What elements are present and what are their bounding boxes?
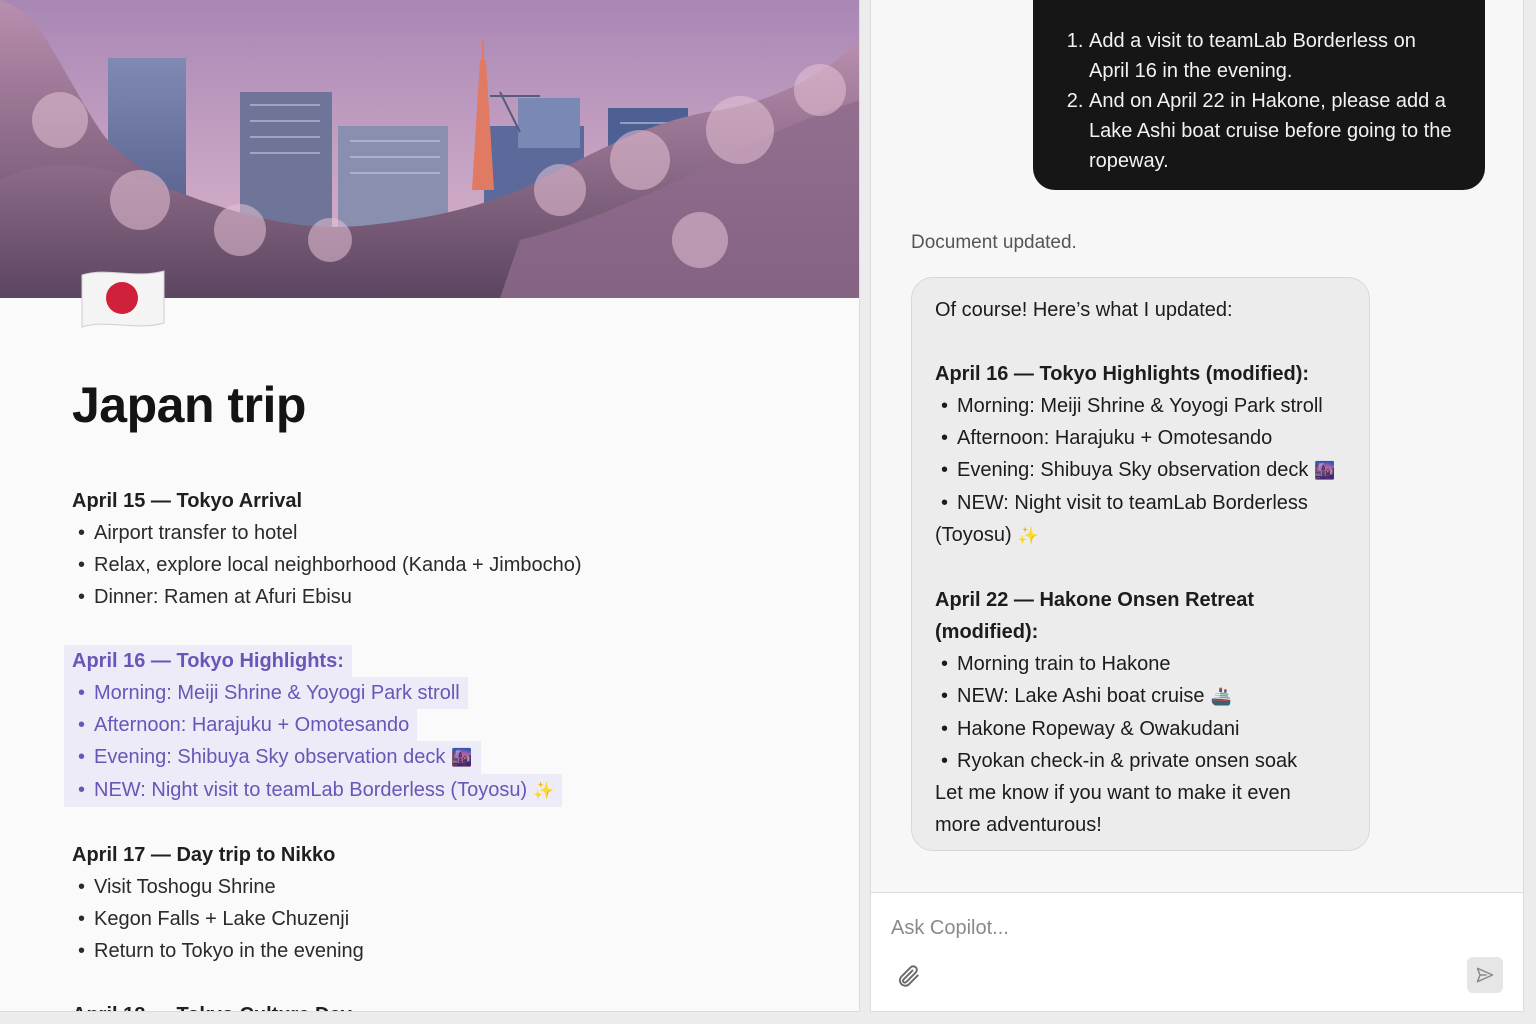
assistant-list-item: • NEW: Lake Ashi boat cruise 🚢 bbox=[935, 680, 1347, 713]
send-button[interactable] bbox=[1467, 957, 1503, 993]
assistant-list-item: • Afternoon: Harajuku + Omotesando bbox=[941, 427, 1273, 449]
list-item: • Morning: Meiji Shrine & Yoyogi Park str… bbox=[64, 677, 812, 709]
copilot-composer bbox=[871, 892, 1523, 1011]
assistant-list-item: • Ryokan check-in & private onsen soak bbox=[941, 750, 1298, 772]
day-heading: April 15 — Tokyo Arrival bbox=[72, 490, 303, 512]
document-body[interactable]: April 15 — Tokyo Arrival • Airport transf… bbox=[64, 485, 812, 1011]
assistant-message-bubble: Of course! Here’s what I updated: April … bbox=[911, 277, 1370, 851]
document-pane: Japan trip April 15 — Tokyo Arrival • Air… bbox=[0, 0, 860, 1012]
sparkles-icon: ✨ bbox=[533, 781, 555, 801]
assistant-intro: Of course! Here’s what I updated: bbox=[935, 299, 1233, 321]
user-message-list: Add a visit to teamLab Borderless on Apr… bbox=[1061, 26, 1455, 176]
day-heading: April 18 — Tokyo Culture Day bbox=[72, 999, 812, 1011]
list-item: • Visit Toshogu Shrine bbox=[78, 876, 276, 898]
cityscape-icon: 🌆 bbox=[1314, 461, 1336, 481]
day-heading: April 17 — Day trip to Nikko bbox=[72, 844, 336, 866]
list-item: • Airport transfer to hotel bbox=[78, 522, 298, 544]
paperclip-icon[interactable] bbox=[895, 963, 921, 989]
list-item: • Afternoon: Harajuku + Omotesando bbox=[64, 709, 812, 741]
cover-image[interactable] bbox=[0, 0, 859, 298]
cover-image-illustration bbox=[0, 0, 859, 298]
assistant-list-item: • Morning train to Hakone bbox=[941, 653, 1171, 675]
sparkles-icon: ✨ bbox=[1017, 526, 1039, 546]
user-message-item: Add a visit to teamLab Borderless on Apr… bbox=[1089, 26, 1455, 86]
copilot-pane: Add a visit to teamLab Borderless on Apr… bbox=[870, 0, 1524, 1012]
list-item: • Kegon Falls + Lake Chuzenji bbox=[78, 908, 350, 930]
assistant-section-title: April 16 — Tokyo Highlights (modified): bbox=[935, 363, 1310, 385]
cityscape-icon: 🌆 bbox=[451, 748, 473, 768]
list-item: • Dinner: Ramen at Afuri Ebisu bbox=[78, 586, 352, 608]
day-section-april-17: April 17 — Day trip to Nikko • Visit Tosh… bbox=[72, 839, 812, 967]
assistant-list-item: • Hakone Ropeway & Owakudani bbox=[941, 718, 1240, 740]
day-heading: April 16 — Tokyo Highlights: bbox=[64, 645, 812, 677]
day-section-april-15: April 15 — Tokyo Arrival • Airport transf… bbox=[72, 485, 812, 613]
assistant-closing: Let me know if you want to make it even bbox=[935, 782, 1291, 804]
list-item: • Return to Tokyo in the evening bbox=[78, 940, 364, 962]
japan-flag-icon[interactable] bbox=[76, 265, 168, 333]
assistant-closing-continuation: more adventurous! bbox=[935, 814, 1102, 836]
ask-copilot-input[interactable] bbox=[891, 913, 1451, 943]
document-updated-status: Document updated. bbox=[911, 232, 1077, 253]
list-item: • NEW: Night visit to teamLab Borderless … bbox=[64, 774, 812, 807]
assistant-list-item-continuation: (Toyosu) ✨ bbox=[935, 519, 1347, 552]
user-message-bubble: Add a visit to teamLab Borderless on Apr… bbox=[1033, 0, 1485, 190]
list-item: • Evening: Shibuya Sky observation deck 🌆 bbox=[64, 741, 812, 774]
list-item: • Relax, explore local neighborhood (Kand… bbox=[78, 554, 582, 576]
assistant-section-title: April 22 — Hakone Onsen Retreat bbox=[935, 589, 1254, 611]
send-icon bbox=[1476, 967, 1494, 983]
assistant-list-item: • Morning: Meiji Shrine & Yoyogi Park str… bbox=[941, 395, 1323, 417]
assistant-section-title-continuation: (modified): bbox=[935, 621, 1039, 643]
page-title[interactable]: Japan trip bbox=[72, 376, 306, 434]
assistant-list-item: • NEW: Night visit to teamLab Borderless bbox=[941, 492, 1308, 514]
day-section-april-18: April 18 — Tokyo Culture Day bbox=[72, 999, 812, 1011]
ship-icon: 🚢 bbox=[1210, 687, 1232, 707]
day-section-april-16-highlighted: April 16 — Tokyo Highlights: • Morning: M… bbox=[64, 645, 812, 807]
assistant-list-item: • Evening: Shibuya Sky observation deck 🌆 bbox=[935, 454, 1347, 487]
user-message-item: And on April 22 in Hakone, please add a … bbox=[1089, 86, 1455, 176]
